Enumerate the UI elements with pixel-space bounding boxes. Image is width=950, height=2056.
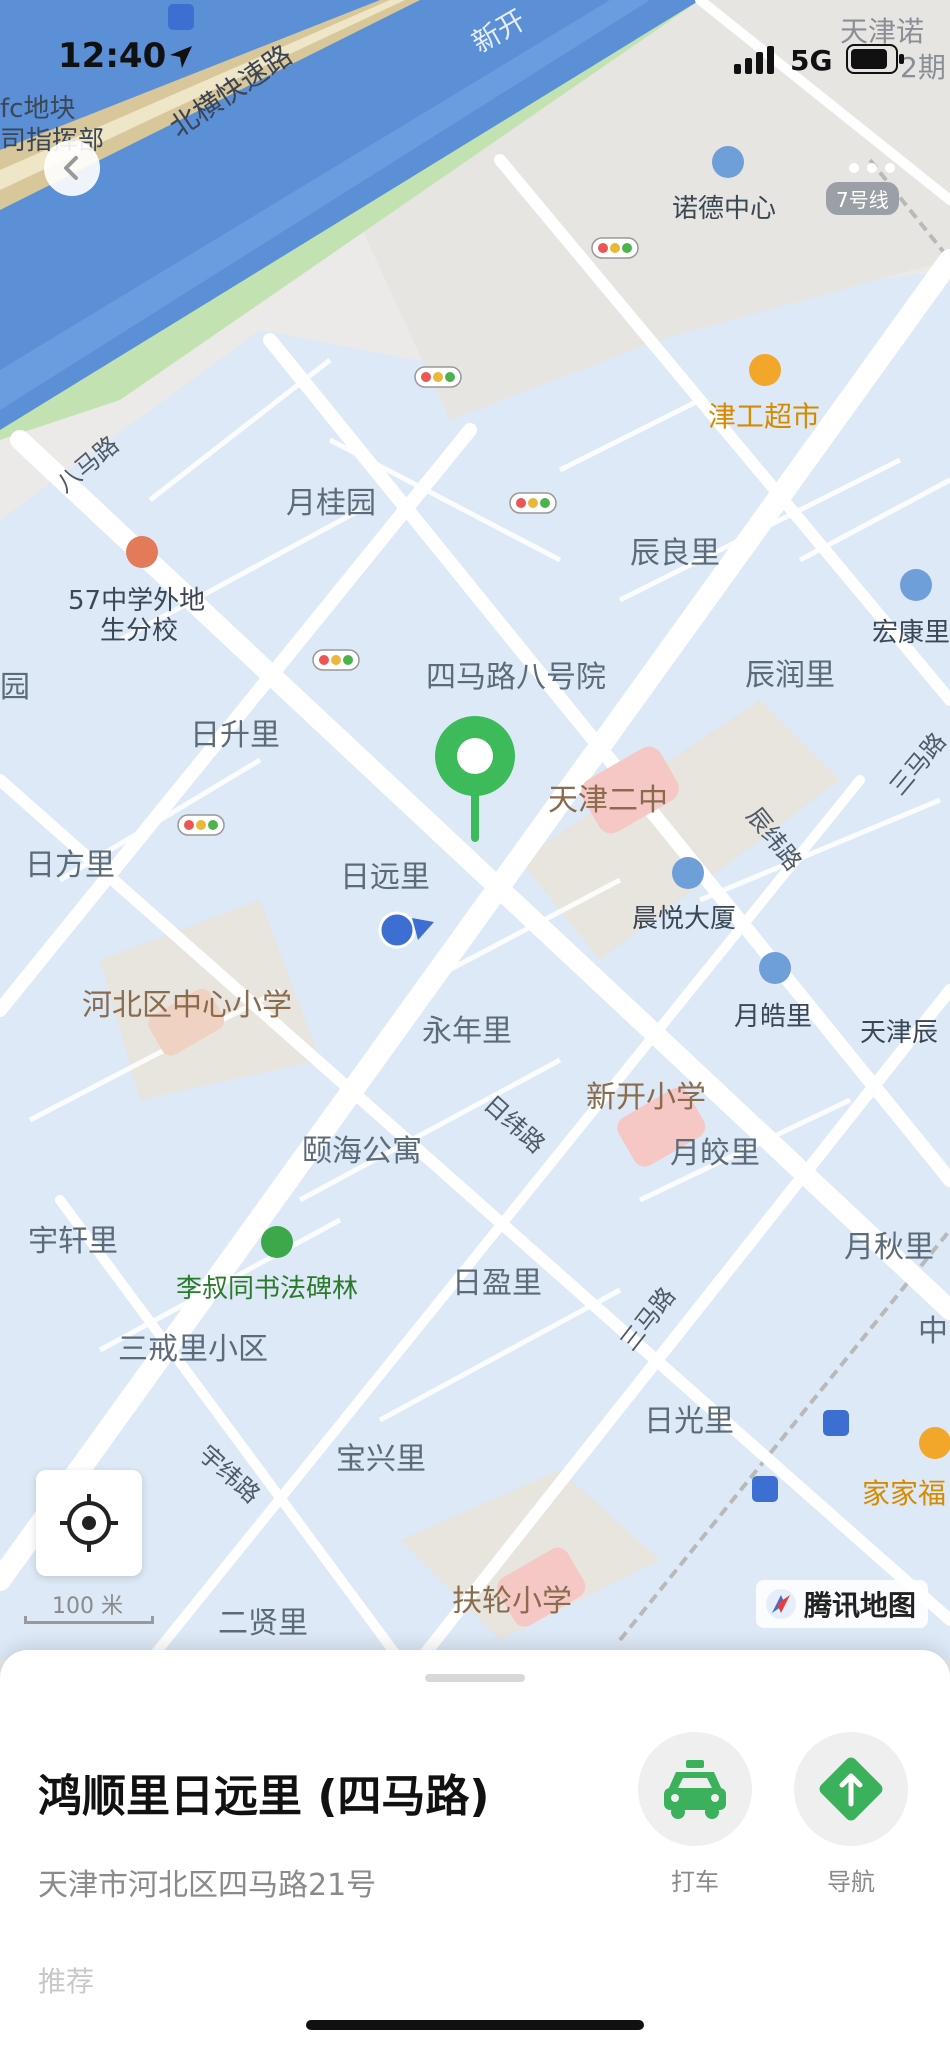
- sheet-handle[interactable]: [425, 1674, 525, 1682]
- place-sheet[interactable]: 鸿顺里日远里 (四马路) 天津市河北区四马路21号 推荐 打车 导航: [0, 1650, 950, 2056]
- map-brand: 腾讯地图: [756, 1580, 929, 1628]
- poi-label: 日远里: [340, 860, 430, 895]
- poi-label: 辰良里: [630, 536, 720, 571]
- poi-label: 天津辰: [860, 1018, 939, 1048]
- navigate-label: 导航: [827, 1868, 875, 1896]
- poi-label: 四马路八号院: [426, 660, 606, 695]
- poi-label: 新开小学: [586, 1080, 706, 1115]
- place-address: 天津市河北区四马路21号: [38, 1868, 377, 1903]
- poi-label: 颐海公寓: [302, 1134, 422, 1169]
- poi-label: 日盈里: [452, 1266, 542, 1301]
- poi-label: 天津二中: [548, 783, 668, 818]
- poi-label: 家家福: [862, 1477, 947, 1510]
- poi-label: 日光里: [644, 1404, 734, 1439]
- poi-label: 晨悦大厦: [632, 904, 737, 934]
- poi-label: 中: [918, 1314, 948, 1349]
- poi-label: 日升里: [190, 718, 280, 753]
- poi-label: 二贤里: [218, 1606, 308, 1641]
- poi-label: 生分校: [100, 616, 179, 646]
- location-arrow-icon: [170, 46, 192, 68]
- compass-logo-icon: [766, 1589, 796, 1619]
- crosshair-icon: [60, 1494, 118, 1552]
- navigate-button[interactable]: [794, 1732, 908, 1846]
- poi-label: 宇轩里: [28, 1224, 118, 1259]
- poi-label: 李叔同书法碑林: [176, 1274, 359, 1304]
- network-type: 5G: [790, 44, 833, 77]
- home-indicator: [306, 2020, 644, 2030]
- back-button[interactable]: [44, 140, 100, 196]
- section-label: 推荐: [38, 1965, 95, 1998]
- status-bar: 12:40 5G: [0, 0, 950, 120]
- scale-bar: 100 米: [24, 1588, 156, 1628]
- status-time: 12:40: [58, 36, 167, 76]
- poi-label: 月皎里: [670, 1136, 760, 1171]
- taxi-icon: [664, 1760, 726, 1819]
- poi-label: 辰润里: [745, 658, 835, 693]
- map-view[interactable]: 北横快速路 八马路 辰纬路 日纬路 宇纬路 三马路 新开 三马路 fc地块 司指…: [0, 0, 950, 1660]
- poi-label: 月皓里: [734, 1002, 813, 1032]
- taxi-button[interactable]: [638, 1732, 752, 1846]
- battery-icon: [846, 44, 904, 74]
- poi-label: 园: [0, 670, 30, 705]
- navigate-icon: [819, 1757, 883, 1821]
- place-title: 鸿顺里日远里 (四马路): [38, 1771, 490, 1822]
- brand-name: 腾讯地图: [804, 1589, 917, 1622]
- poi-label: 月秋里: [844, 1230, 934, 1265]
- poi-label: 三戒里小区: [118, 1332, 268, 1367]
- poi-label: 津工超市: [708, 400, 821, 433]
- poi-label: 宏康里: [872, 618, 950, 648]
- chevron-left-icon: [64, 156, 78, 180]
- signal-icon: [734, 46, 774, 74]
- poi-label: 日方里: [25, 848, 115, 883]
- taxi-label: 打车: [671, 1868, 719, 1896]
- poi-label: 河北区中心小学: [82, 988, 292, 1023]
- poi-label: 扶轮小学: [452, 1584, 572, 1619]
- locate-button[interactable]: [36, 1470, 142, 1576]
- poi-label: 诺德中心: [672, 194, 777, 224]
- poi-label: 月桂园: [286, 486, 376, 521]
- poi-label: 永年里: [422, 1014, 512, 1049]
- more-icon[interactable]: [842, 156, 902, 180]
- poi-label: 宝兴里: [336, 1442, 426, 1477]
- metro-line-badge: 7号线: [826, 182, 899, 215]
